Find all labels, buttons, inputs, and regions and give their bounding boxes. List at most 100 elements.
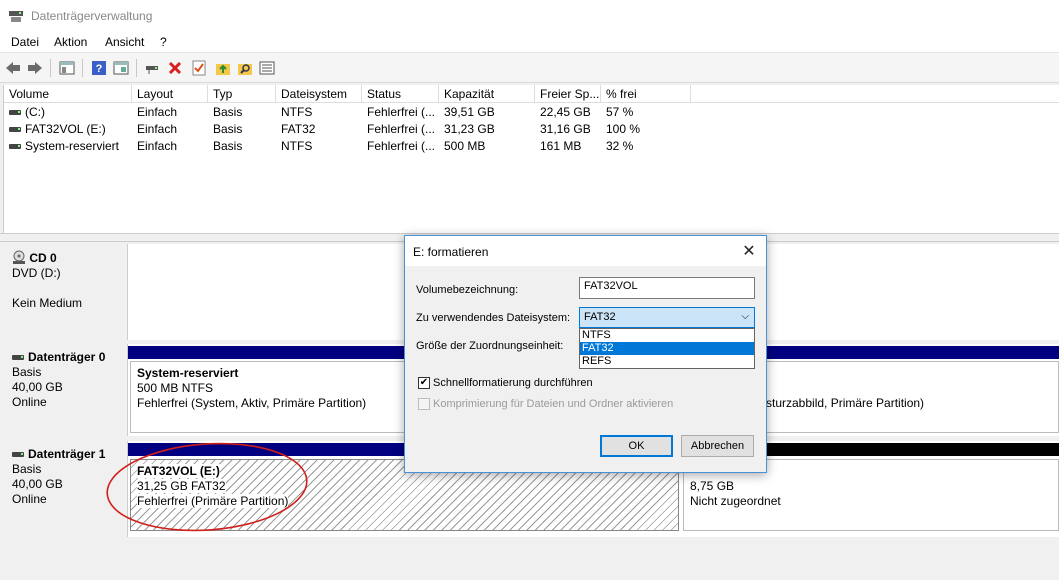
menu-aktion[interactable]: Aktion (54, 35, 87, 49)
forward-icon[interactable] (26, 59, 44, 77)
capacity-cell: 39,51 GB (444, 105, 495, 119)
disk-name: Datenträger 0 (28, 350, 106, 364)
layout-cell: Einfach (137, 105, 178, 119)
column-header-kapazitaet[interactable]: Kapazität (439, 85, 535, 103)
status-cell: Fehlerfrei (... (367, 105, 436, 119)
close-icon[interactable]: ✕ (736, 238, 762, 264)
cd-drive-icon (13, 250, 25, 264)
filesystem-option-fat32[interactable]: FAT32 (580, 342, 754, 355)
partition-title: System-reserviert (137, 366, 239, 380)
cd-title-line: CD 0 (12, 250, 121, 266)
disk-label-disk0[interactable]: Datenträger 0 Basis 40,00 GB Online (6, 344, 128, 436)
drive-icon (9, 144, 21, 150)
chevron-down-icon: ⌵ (741, 311, 749, 322)
details-icon[interactable] (258, 59, 276, 77)
dialog-title-bar: E: formatieren ✕ (405, 236, 766, 266)
cd-drive-letter: DVD (D:) (12, 266, 61, 280)
status-cell: Fehlerfrei (... (367, 122, 436, 136)
search-folder-icon[interactable] (236, 59, 254, 77)
highlight-ellipse (106, 442, 308, 532)
title-bar: Datenträgerverwaltung (0, 0, 1059, 32)
filesystem-caption: Zu verwendendes Dateisystem: (416, 312, 571, 324)
filesystem-cell: NTFS (281, 105, 313, 119)
filesystem-cell: NTFS (281, 139, 313, 153)
back-icon[interactable] (4, 59, 22, 77)
status-cell: Fehlerfrei (... (367, 139, 436, 153)
compression-label: Komprimierung für Dateien und Ordner akt… (433, 398, 674, 410)
disk-name: Datenträger 1 (28, 447, 106, 461)
column-header-prozent-frei[interactable]: % frei (601, 85, 691, 103)
layout-cell: Einfach (137, 139, 178, 153)
partition-status: Fehlerfrei (System, Aktiv, Primäre Parti… (137, 396, 367, 410)
column-header-freier-speicher[interactable]: Freier Sp... (535, 85, 601, 103)
volume-label-caption: Volumebezeichnung: (416, 284, 519, 296)
filesystem-select[interactable]: FAT32 ⌵ (579, 307, 755, 328)
window-title: Datenträgerverwaltung (31, 9, 153, 23)
percent-free-cell: 57 % (606, 105, 634, 119)
partition-status: Nicht zugeordnet (690, 494, 781, 508)
volume-name: System-reserviert (25, 139, 120, 153)
menu-ansicht[interactable]: Ansicht (105, 35, 144, 49)
disk-type: Basis (12, 365, 42, 379)
volume-name: (C:) (25, 105, 45, 119)
svg-text:?: ? (96, 63, 103, 75)
folder-up-icon[interactable] (214, 59, 232, 77)
help-icon[interactable]: ? (90, 59, 108, 77)
percent-free-cell: 100 % (606, 122, 641, 136)
cancel-button[interactable]: Abbrechen (681, 435, 754, 457)
volume-cell: FAT32VOL (E:) (4, 121, 132, 138)
allocation-unit-caption: Größe der Zuordnungseinheit: (416, 340, 564, 352)
toolbar: ? (0, 52, 1059, 83)
filesystem-option-ntfs[interactable]: NTFS (580, 329, 754, 342)
compression-checkbox[interactable] (418, 398, 430, 410)
disk-icon (12, 355, 24, 361)
volume-list: Volume Layout Typ Dateisystem Status Kap… (3, 85, 1059, 233)
show-hide-console-tree-icon[interactable] (58, 59, 76, 77)
column-header-status[interactable]: Status (362, 85, 439, 103)
menu-help[interactable]: ? (160, 35, 167, 49)
volume-name: FAT32VOL (E:) (25, 122, 106, 136)
menu-bar: Datei Aktion Ansicht ? (0, 32, 1059, 52)
disk-management-app-icon (8, 9, 24, 23)
disk0-title-line: Datenträger 0 (12, 350, 121, 365)
toolbar-separator (50, 59, 51, 77)
properties-view-icon[interactable] (112, 59, 130, 77)
menu-datei[interactable]: Datei (11, 35, 39, 49)
drive-icon (9, 110, 21, 116)
disk-size: 40,00 GB (12, 380, 63, 394)
quick-format-label: Schnellformatierung durchführen (433, 377, 593, 389)
type-cell: Basis (213, 105, 243, 119)
delete-icon[interactable] (166, 59, 184, 77)
toolbar-separator (136, 59, 137, 77)
toolbar-separator (82, 59, 83, 77)
connect-drive-icon[interactable] (144, 59, 162, 77)
capacity-cell: 500 MB (444, 139, 486, 153)
volume-cell: (C:) (4, 104, 132, 121)
type-cell: Basis (213, 139, 243, 153)
column-header-typ[interactable]: Typ (208, 85, 276, 103)
layout-cell: Einfach (137, 122, 178, 136)
free-space-cell: 161 MB (540, 139, 582, 153)
filesystem-cell: FAT32 (281, 122, 316, 136)
filesystem-selected-value: FAT32 (584, 311, 616, 323)
filesystem-option-refs[interactable]: REFS (580, 355, 754, 368)
volume-label-input[interactable]: FAT32VOL (579, 277, 755, 299)
disk-label-cd0[interactable]: CD 0 DVD (D:) Kein Medium (6, 244, 128, 340)
partition-status: sturzabbild, Primäre Partition) (766, 396, 925, 410)
column-header-dateisystem[interactable]: Dateisystem (276, 85, 362, 103)
partition-size: 8,75 GB (690, 479, 735, 493)
quick-format-checkbox[interactable]: ✔ (418, 377, 430, 389)
dialog-title: E: formatieren (413, 245, 489, 259)
free-space-cell: 31,16 GB (540, 122, 591, 136)
column-header-volume[interactable]: Volume (4, 85, 132, 103)
disk-name: CD 0 (29, 251, 57, 265)
check-icon[interactable] (190, 59, 208, 77)
cd-media-status: Kein Medium (12, 296, 83, 310)
free-space-cell: 22,45 GB (540, 105, 591, 119)
drive-icon (9, 127, 21, 133)
disk-icon (12, 452, 24, 458)
percent-free-cell: 32 % (606, 139, 634, 153)
ok-button[interactable]: OK (600, 435, 673, 457)
column-header-layout[interactable]: Layout (132, 85, 208, 103)
format-dialog: E: formatieren ✕ Volumebezeichnung: FAT3… (404, 235, 767, 473)
